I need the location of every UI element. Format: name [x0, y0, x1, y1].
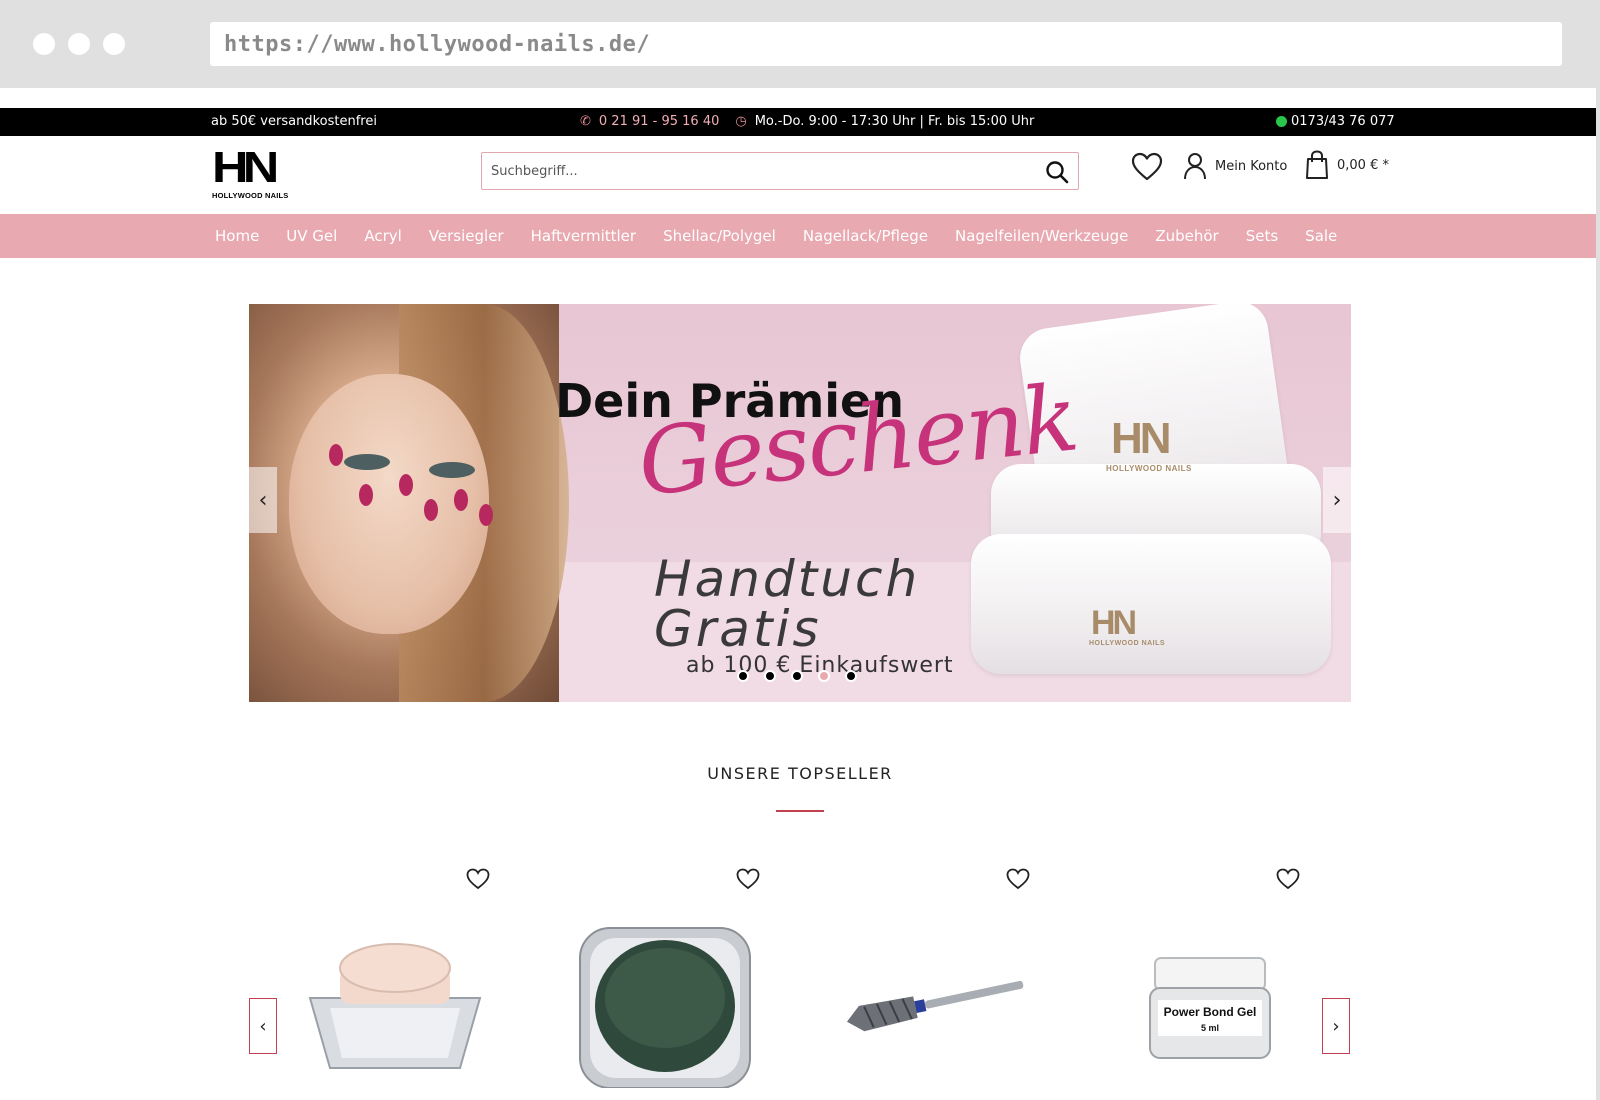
hero-model-image	[249, 304, 569, 702]
nav-item-haftvermittler[interactable]: Haftvermittler	[531, 227, 636, 245]
product-card[interactable]	[540, 868, 780, 1100]
nav-item-uv-gel[interactable]: UV Gel	[286, 227, 337, 245]
nav-item-acryl[interactable]: Acryl	[364, 227, 401, 245]
whatsapp-icon	[1276, 116, 1287, 127]
site-logo[interactable]: HN HOLLYWOOD NAILS	[212, 146, 302, 204]
user-icon	[1184, 153, 1206, 180]
window-controls	[33, 33, 125, 55]
chevron-left-icon: ‹	[259, 1015, 267, 1037]
towel-logo-subtitle: HOLLYWOOD NAILS	[1089, 640, 1166, 647]
slider-dot[interactable]	[737, 670, 749, 682]
nav-item-nagelfeilen-werkzeuge[interactable]: Nagelfeilen/Werkzeuge	[955, 227, 1128, 245]
chevron-right-icon: ›	[1332, 1015, 1340, 1037]
hero-offer-line-1: Handtuch	[654, 550, 921, 608]
nav-item-sets[interactable]: Sets	[1246, 227, 1278, 245]
nail-mark	[454, 489, 468, 511]
product-card[interactable]: Power Bond Gel 5 ml	[1080, 868, 1320, 1100]
account-label: Mein Konto	[1215, 158, 1288, 174]
contact-info: ✆ 0 21 91 - 95 16 40 ◷ Mo.-Do. 9:00 - 17…	[580, 114, 1034, 129]
nav-item-versiegler[interactable]: Versiegler	[429, 227, 504, 245]
wishlist-heart-icon[interactable]	[1131, 152, 1163, 182]
window-dot-maximize[interactable]	[103, 33, 125, 55]
chevron-right-icon: ›	[1332, 487, 1342, 513]
cart-link[interactable]: 0,00 € *	[1305, 150, 1389, 180]
search-box	[481, 152, 1079, 190]
hero-offer: Handtuch Gratis	[654, 554, 920, 654]
clock-icon: ◷	[735, 114, 747, 129]
slider-dot[interactable]	[845, 670, 857, 682]
top-info-bar: ab 50€ versandkostenfrei ✆ 0 21 91 - 95 …	[0, 108, 1600, 136]
cart-total: 0,00 € *	[1337, 157, 1389, 173]
towel-logo-mark: HN	[1111, 414, 1172, 463]
towel-logo-subtitle: HOLLYWOOD NAILS	[1106, 464, 1192, 473]
product-card[interactable]	[810, 868, 1050, 1100]
slider-dot[interactable]	[791, 670, 803, 682]
hero-offer-line-2: Gratis	[654, 600, 822, 658]
wishlist-heart-icon[interactable]	[1006, 868, 1030, 890]
logo-mark: HN	[212, 143, 279, 192]
products-next-button[interactable]: ›	[1322, 998, 1350, 1054]
product-image-power-bond-gel[interactable]: Power Bond Gel 5 ml	[1110, 918, 1300, 1088]
nav-item-zubehoer[interactable]: Zubehör	[1155, 227, 1218, 245]
nail-mark	[479, 504, 493, 526]
section-title: UNSERE TOPSELLER	[707, 764, 893, 783]
slider-prev-button[interactable]: ‹	[249, 467, 277, 533]
phone-icon: ✆	[580, 114, 591, 129]
nav-item-sale[interactable]: Sale	[1305, 227, 1337, 245]
shopping-bag-icon	[1306, 150, 1328, 179]
wishlist-heart-icon[interactable]	[466, 868, 490, 890]
search-input[interactable]	[482, 153, 1022, 189]
product-image-clear-gel-jar[interactable]	[300, 918, 490, 1088]
nav-item-shellac-polygel[interactable]: Shellac/Polygel	[663, 227, 776, 245]
product-image-nail-drill-bit[interactable]	[840, 918, 1030, 1088]
chevron-left-icon: ‹	[258, 487, 268, 513]
jar-label-line-2: 5 ml	[1201, 1023, 1219, 1033]
my-account-link[interactable]: Mein Konto	[1183, 152, 1287, 180]
hero-slider[interactable]: HN HOLLYWOOD NAILS HN HOLLYWOOD NAILS De…	[249, 304, 1351, 702]
shipping-note: ab 50€ versandkostenfrei	[211, 114, 377, 129]
address-bar[interactable]: https://www.hollywood-nails.de/	[210, 22, 1562, 66]
opening-hours: Mo.-Do. 9:00 - 17:30 Uhr | Fr. bis 15:00…	[754, 114, 1035, 129]
nail-mark	[399, 474, 413, 496]
wishlist-heart-icon[interactable]	[736, 868, 760, 890]
url-text: https://www.hollywood-nails.de/	[224, 31, 651, 57]
web-page: ab 50€ versandkostenfrei ✆ 0 21 91 - 95 …	[0, 88, 1600, 1100]
wishlist-heart-icon[interactable]	[1276, 868, 1300, 890]
page-edge	[1596, 88, 1600, 1100]
nav-item-nagellack-pflege[interactable]: Nagellack/Pflege	[803, 227, 928, 245]
product-image-green-gel-jar[interactable]	[570, 918, 760, 1088]
nail-mark	[359, 484, 373, 506]
slider-dot[interactable]	[764, 670, 776, 682]
product-card[interactable]	[270, 868, 510, 1100]
slider-next-button[interactable]: ›	[1323, 467, 1351, 533]
whatsapp-number: 0173/43 76 077	[1291, 114, 1395, 129]
whatsapp-contact[interactable]: 0173/43 76 077	[1276, 114, 1395, 129]
phone-number[interactable]: 0 21 91 - 95 16 40	[599, 114, 719, 129]
window-dot-minimize[interactable]	[68, 33, 90, 55]
nail-mark	[329, 444, 343, 466]
eye-left	[344, 454, 390, 470]
nav-item-home[interactable]: Home	[215, 227, 259, 245]
logo-subtitle: HOLLYWOOD NAILS	[212, 191, 289, 200]
slider-dot[interactable]	[818, 670, 830, 682]
towel-bottom	[971, 534, 1331, 674]
main-navigation: Home UV Gel Acryl Versiegler Haftvermitt…	[0, 214, 1600, 258]
site-header: HN HOLLYWOOD NAILS Mein Konto	[0, 136, 1600, 213]
nail-mark	[424, 499, 438, 521]
window-dot-close[interactable]	[33, 33, 55, 55]
eye-right	[429, 462, 475, 478]
slider-dots	[737, 670, 857, 682]
browser-chrome: https://www.hollywood-nails.de/	[0, 0, 1600, 88]
jar-label-line-1: Power Bond Gel	[1164, 1005, 1257, 1019]
search-icon[interactable]	[1044, 159, 1070, 185]
towel-logo-mark: HN	[1091, 604, 1137, 642]
section-divider	[776, 810, 824, 812]
